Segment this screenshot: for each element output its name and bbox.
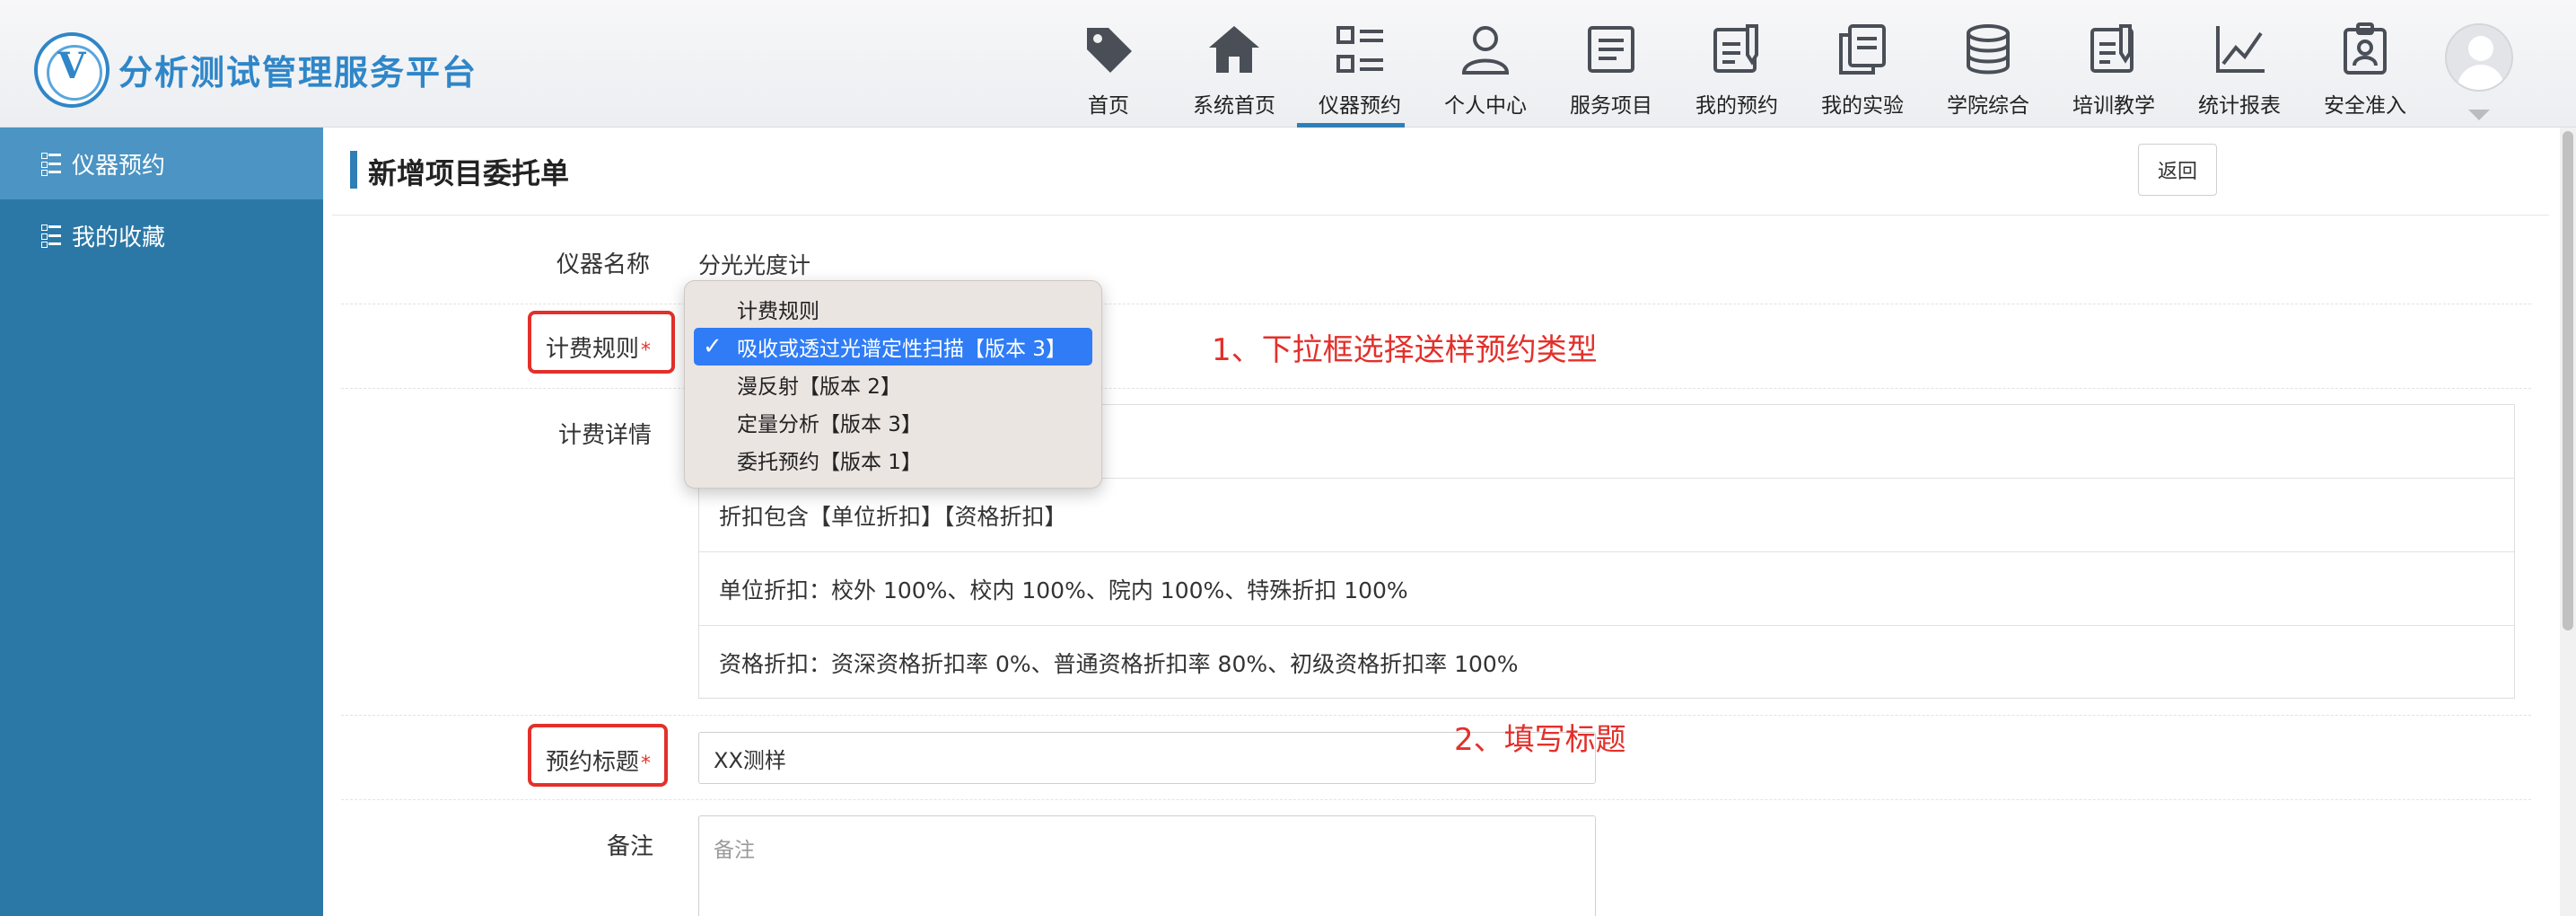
billing-detail-label: 计费详情 bbox=[558, 422, 653, 449]
sidebar-item-label: 仪器预约 bbox=[72, 152, 166, 180]
remark-label: 备注 bbox=[607, 833, 654, 860]
booking-title-label: 预约标题* bbox=[546, 749, 652, 776]
document-copy-icon bbox=[1831, 18, 1894, 81]
billing-rule-dropdown[interactable]: 计费规则 ✓ 吸收或透过光谱定性扫描【版本 3】 漫反射【版本 2】 定量分析【版… bbox=[684, 280, 1102, 489]
vertical-scrollbar[interactable] bbox=[2560, 128, 2576, 916]
remark-textarea[interactable] bbox=[698, 815, 1596, 916]
scrollbar-thumb[interactable] bbox=[2563, 131, 2573, 630]
nav-label: 仪器预约 bbox=[1319, 94, 1401, 118]
nav-label: 系统首页 bbox=[1193, 94, 1275, 118]
row-divider bbox=[341, 715, 2531, 716]
billing-detail-row: 单位折扣：校外 100%、校内 100%、院内 100%、特殊折扣 100% bbox=[699, 552, 2514, 626]
nav-item-training[interactable]: 培训教学 bbox=[2051, 0, 2177, 128]
nav-label: 服务项目 bbox=[1570, 94, 1652, 118]
nav-label: 首页 bbox=[1088, 94, 1129, 118]
option-label: 定量分析【版本 3】 bbox=[737, 413, 922, 436]
dropdown-option[interactable]: 漫反射【版本 2】 bbox=[694, 366, 1092, 403]
nav-label: 培训教学 bbox=[2072, 94, 2155, 118]
billing-rule-label: 计费规则* bbox=[546, 336, 652, 363]
user-avatar[interactable] bbox=[2445, 23, 2513, 92]
nav-label: 我的预约 bbox=[1695, 94, 1778, 118]
nav-label: 个人中心 bbox=[1444, 94, 1527, 118]
database-icon bbox=[1957, 18, 2020, 81]
tag-icon bbox=[1077, 18, 1140, 81]
nav-item-college-general[interactable]: 学院综合 bbox=[1925, 0, 2051, 128]
list-icon bbox=[41, 153, 61, 176]
badge-icon bbox=[2334, 18, 2396, 81]
user-icon bbox=[1454, 18, 1517, 81]
main-nav: 首页 系统首页 仪器预约 个人中心 服务项目 我的预约 我的实验 学院综合 培训… bbox=[1046, 0, 2428, 128]
annotation-step2: 2、填写标题 bbox=[1454, 722, 1626, 758]
row-divider bbox=[341, 388, 2531, 389]
nav-label: 统计报表 bbox=[2198, 94, 2281, 118]
nav-label: 我的实验 bbox=[1821, 94, 1904, 118]
nav-item-system-home[interactable]: 系统首页 bbox=[1171, 0, 1297, 128]
sidebar-item-label: 我的收藏 bbox=[72, 224, 166, 251]
sidebar-item-my-favorites[interactable]: 我的收藏 bbox=[0, 199, 323, 271]
sidebar: 仪器预约 我的收藏 bbox=[0, 128, 323, 916]
billing-detail-row: 折扣包含【单位折扣】【资格折扣】 bbox=[699, 479, 2514, 552]
instrument-name-label: 仪器名称 bbox=[556, 251, 651, 278]
document-pen-icon bbox=[1705, 18, 1768, 81]
back-button[interactable]: 返回 bbox=[2138, 144, 2217, 196]
nav-item-statistics[interactable]: 统计报表 bbox=[2177, 0, 2302, 128]
document-edit-icon bbox=[2082, 18, 2145, 81]
nav-item-personal-center[interactable]: 个人中心 bbox=[1423, 0, 1548, 128]
instrument-name-value: 分光光度计 bbox=[698, 252, 811, 278]
annotation-step1: 1、下拉框选择送样预约类型 bbox=[1212, 332, 1598, 368]
chevron-down-icon[interactable] bbox=[2468, 110, 2490, 120]
nav-item-my-booking[interactable]: 我的预约 bbox=[1674, 0, 1800, 128]
billing-detail-row: 资格折扣：资深资格折扣率 0%、普通资格折扣率 80%、初级资格折扣率 100% bbox=[719, 651, 1519, 677]
site-title: 分析测试管理服务平台 bbox=[118, 53, 478, 92]
document-lines-icon bbox=[1580, 18, 1643, 81]
option-label: 漫反射【版本 2】 bbox=[737, 375, 901, 399]
title-accent-bar bbox=[350, 151, 357, 189]
nav-item-service-items[interactable]: 服务项目 bbox=[1548, 0, 1674, 128]
dropdown-option[interactable]: 计费规则 bbox=[694, 290, 1092, 328]
option-label: 吸收或透过光谱定性扫描【版本 3】 bbox=[737, 338, 1066, 361]
dropdown-option-selected[interactable]: ✓ 吸收或透过光谱定性扫描【版本 3】 bbox=[694, 328, 1092, 366]
dropdown-option[interactable]: 委托预约【版本 1】 bbox=[694, 441, 1092, 479]
nav-item-instrument-booking[interactable]: 仪器预约 bbox=[1297, 0, 1423, 128]
nav-label: 安全准入 bbox=[2324, 94, 2406, 118]
nav-item-home[interactable]: 首页 bbox=[1046, 0, 1171, 128]
checkmark-icon: ✓ bbox=[703, 333, 723, 360]
page-title: 新增项目委托单 bbox=[368, 156, 570, 190]
list-grid-icon bbox=[1328, 18, 1391, 81]
dropdown-option[interactable]: 定量分析【版本 3】 bbox=[694, 403, 1092, 441]
row-divider bbox=[341, 799, 2531, 800]
nav-item-my-experiment[interactable]: 我的实验 bbox=[1800, 0, 1925, 128]
nav-label: 学院综合 bbox=[1947, 94, 2029, 118]
option-label: 计费规则 bbox=[737, 300, 819, 323]
option-label: 委托预约【版本 1】 bbox=[737, 451, 922, 474]
list-icon bbox=[41, 225, 61, 248]
page-root: 分析测试管理服务平台 首页 系统首页 仪器预约 bbox=[0, 0, 2576, 916]
university-logo bbox=[34, 32, 110, 108]
line-chart-icon bbox=[2208, 18, 2271, 81]
top-header: 分析测试管理服务平台 首页 系统首页 仪器预约 bbox=[0, 0, 2576, 128]
sidebar-item-instrument-booking[interactable]: 仪器预约 bbox=[0, 128, 323, 199]
home-icon bbox=[1203, 18, 1266, 81]
nav-item-safety-access[interactable]: 安全准入 bbox=[2302, 0, 2428, 128]
